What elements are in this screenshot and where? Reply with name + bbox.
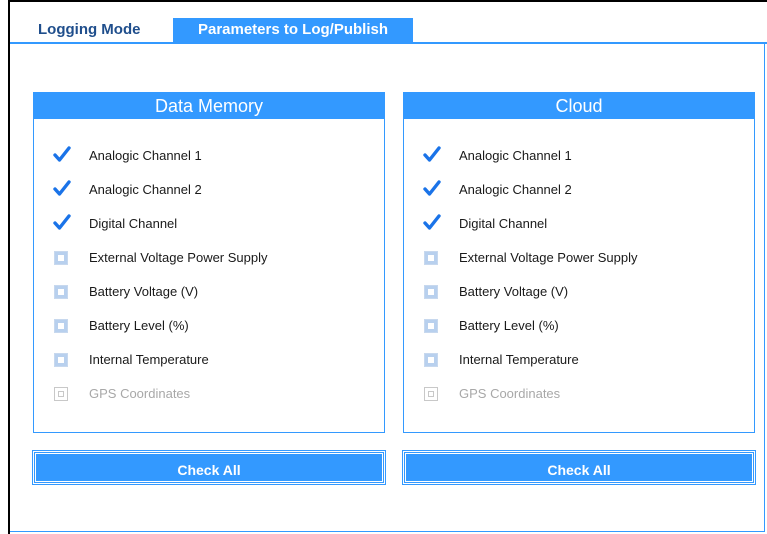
unchecked-checkbox-icon[interactable] xyxy=(424,319,438,333)
data-memory-check-all-button[interactable]: Check All xyxy=(32,450,386,485)
checkmark-icon[interactable] xyxy=(423,214,441,231)
tab-parameters-to-log-publish[interactable]: Parameters to Log/Publish xyxy=(173,18,413,42)
checkbox-label: Battery Voltage (V) xyxy=(89,284,199,299)
data-memory-checkbox-item[interactable]: Analogic Channel 1 xyxy=(34,144,384,168)
checkbox-label: Digital Channel xyxy=(89,216,178,231)
cloud-checkbox-item[interactable]: External Voltage Power Supply xyxy=(404,246,754,270)
data-memory-checkbox-item[interactable]: Internal Temperature xyxy=(34,348,384,372)
unchecked-checkbox-icon[interactable] xyxy=(424,353,438,367)
cloud-check-all-button[interactable]: Check All xyxy=(402,450,756,485)
data-memory-checkbox-item[interactable]: Analogic Channel 2 xyxy=(34,178,384,202)
unchecked-checkbox-icon[interactable] xyxy=(54,285,68,299)
data-memory-checkbox-item: GPS Coordinates xyxy=(34,382,384,406)
window-top-border xyxy=(8,0,767,2)
cloud-checkbox-item[interactable]: Analogic Channel 1 xyxy=(404,144,754,168)
checkbox-label: Analogic Channel 1 xyxy=(89,148,202,163)
checkbox-label: External Voltage Power Supply xyxy=(89,250,268,265)
checkbox-label: Analogic Channel 2 xyxy=(89,182,202,197)
checkbox-label: GPS Coordinates xyxy=(89,386,191,401)
checkbox-label: Internal Temperature xyxy=(459,352,579,367)
checkmark-icon[interactable] xyxy=(53,214,71,231)
cloud-checkbox-item[interactable]: Internal Temperature xyxy=(404,348,754,372)
cloud-checkbox-item[interactable]: Battery Voltage (V) xyxy=(404,280,754,304)
cloud-checkbox-item[interactable]: Analogic Channel 2 xyxy=(404,178,754,202)
tab-logging-mode[interactable]: Logging Mode xyxy=(38,18,158,42)
unchecked-checkbox-icon[interactable] xyxy=(54,353,68,367)
checkmark-icon[interactable] xyxy=(423,146,441,163)
data-memory-checkbox-item[interactable]: Battery Level (%) xyxy=(34,314,384,338)
data-memory-checkbox-item[interactable]: Digital Channel xyxy=(34,212,384,236)
checkbox-label: Analogic Channel 1 xyxy=(459,148,572,163)
unchecked-checkbox-icon[interactable] xyxy=(424,285,438,299)
checkbox-label: Digital Channel xyxy=(459,216,548,231)
checkmark-icon[interactable] xyxy=(53,180,71,197)
data-memory-checkbox-item[interactable]: External Voltage Power Supply xyxy=(34,246,384,270)
data-memory-checkbox-item[interactable]: Battery Voltage (V) xyxy=(34,280,384,304)
unchecked-checkbox-icon[interactable] xyxy=(54,319,68,333)
checkbox-label: External Voltage Power Supply xyxy=(459,250,638,265)
checkbox-label: Analogic Channel 2 xyxy=(459,182,572,197)
checkbox-label: GPS Coordinates xyxy=(459,386,561,401)
data-memory-section: Data Memory Analogic Channel 1 Analogic C… xyxy=(33,92,385,433)
tab-bar: Logging Mode Parameters to Log/Publish xyxy=(10,18,767,44)
cloud-title: Cloud xyxy=(404,93,754,119)
checkbox-label: Battery Voltage (V) xyxy=(459,284,569,299)
checkmark-icon[interactable] xyxy=(423,180,441,197)
checkbox-label: Battery Level (%) xyxy=(459,318,559,333)
disabled-checkbox-icon xyxy=(424,387,438,401)
disabled-checkbox-icon xyxy=(54,387,68,401)
cloud-section: Cloud Analogic Channel 1 Analogic Channel… xyxy=(403,92,755,433)
unchecked-checkbox-icon[interactable] xyxy=(54,251,68,265)
data-memory-title: Data Memory xyxy=(34,93,384,119)
checkmark-icon[interactable] xyxy=(53,146,71,163)
checkbox-label: Battery Level (%) xyxy=(89,318,189,333)
cloud-checkbox-item: GPS Coordinates xyxy=(404,382,754,406)
cloud-checkbox-item[interactable]: Battery Level (%) xyxy=(404,314,754,338)
unchecked-checkbox-icon[interactable] xyxy=(424,251,438,265)
cloud-checkbox-item[interactable]: Digital Channel xyxy=(404,212,754,236)
checkbox-label: Internal Temperature xyxy=(89,352,209,367)
